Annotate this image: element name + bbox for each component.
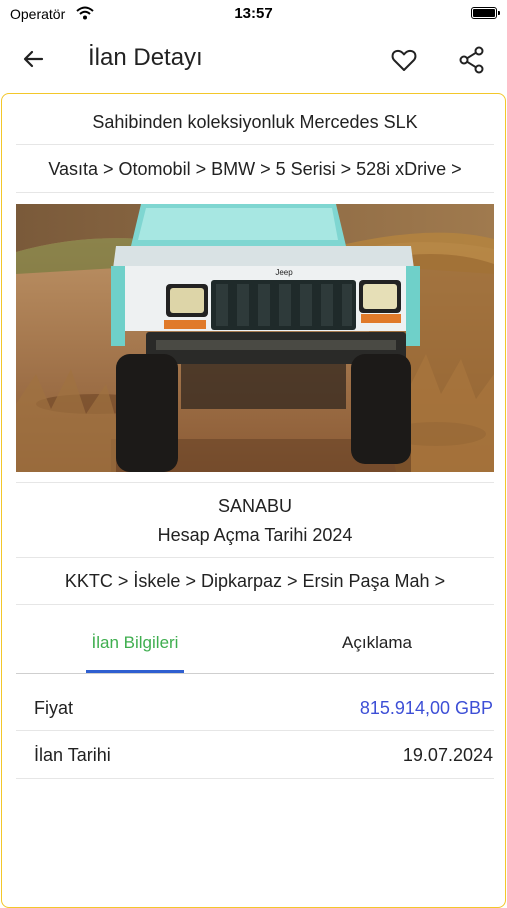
category-breadcrumb[interactable]: Vasıta > Otomobil > BMW > 5 Serisi > 528… xyxy=(16,159,494,180)
nav-bar: İlan Detayı xyxy=(0,28,507,92)
divider xyxy=(16,557,494,558)
location-breadcrumb[interactable]: KKTC > İskele > Dipkarpaz > Ersin Paşa M… xyxy=(16,571,494,592)
tab-baseline xyxy=(16,673,494,674)
listing-photo[interactable]: Jeep xyxy=(16,204,494,472)
divider xyxy=(16,730,494,731)
page-title: İlan Detayı xyxy=(88,44,203,71)
arrow-left-icon xyxy=(23,50,44,68)
photo-badge-text: Jeep xyxy=(275,268,293,277)
tab-active-indicator xyxy=(86,670,184,673)
listing-date-value: 19.07.2024 xyxy=(402,745,493,765)
tab-description[interactable]: Açıklama xyxy=(307,633,447,653)
tab-listing-info[interactable]: İlan Bilgileri xyxy=(86,633,184,653)
share-button[interactable] xyxy=(456,44,488,76)
divider xyxy=(16,778,494,779)
listing-title: Sahibinden koleksiyonluk Mercedes SLK xyxy=(92,112,418,132)
listing-date-label: İlan Tarihi xyxy=(34,745,111,765)
listing-card: Sahibinden koleksiyonluk Mercedes SLK Va… xyxy=(1,93,506,908)
clock: 13:57 xyxy=(234,5,273,22)
divider xyxy=(16,604,494,605)
divider xyxy=(16,192,494,193)
price-label: Fiyat xyxy=(34,698,74,718)
heart-icon xyxy=(391,49,417,71)
status-bar: Operatör 13:57 xyxy=(0,0,507,28)
price-value: 815.914,00 GBP xyxy=(359,698,493,718)
battery-icon xyxy=(471,7,500,19)
divider xyxy=(16,144,494,145)
favorite-button[interactable] xyxy=(388,44,420,76)
share-icon xyxy=(459,46,484,74)
back-button[interactable] xyxy=(18,43,50,75)
seller-account-date: Hesap Açma Tarihi 2024 xyxy=(157,525,353,545)
seller-name[interactable]: SANABU xyxy=(16,496,494,517)
divider xyxy=(16,482,494,483)
